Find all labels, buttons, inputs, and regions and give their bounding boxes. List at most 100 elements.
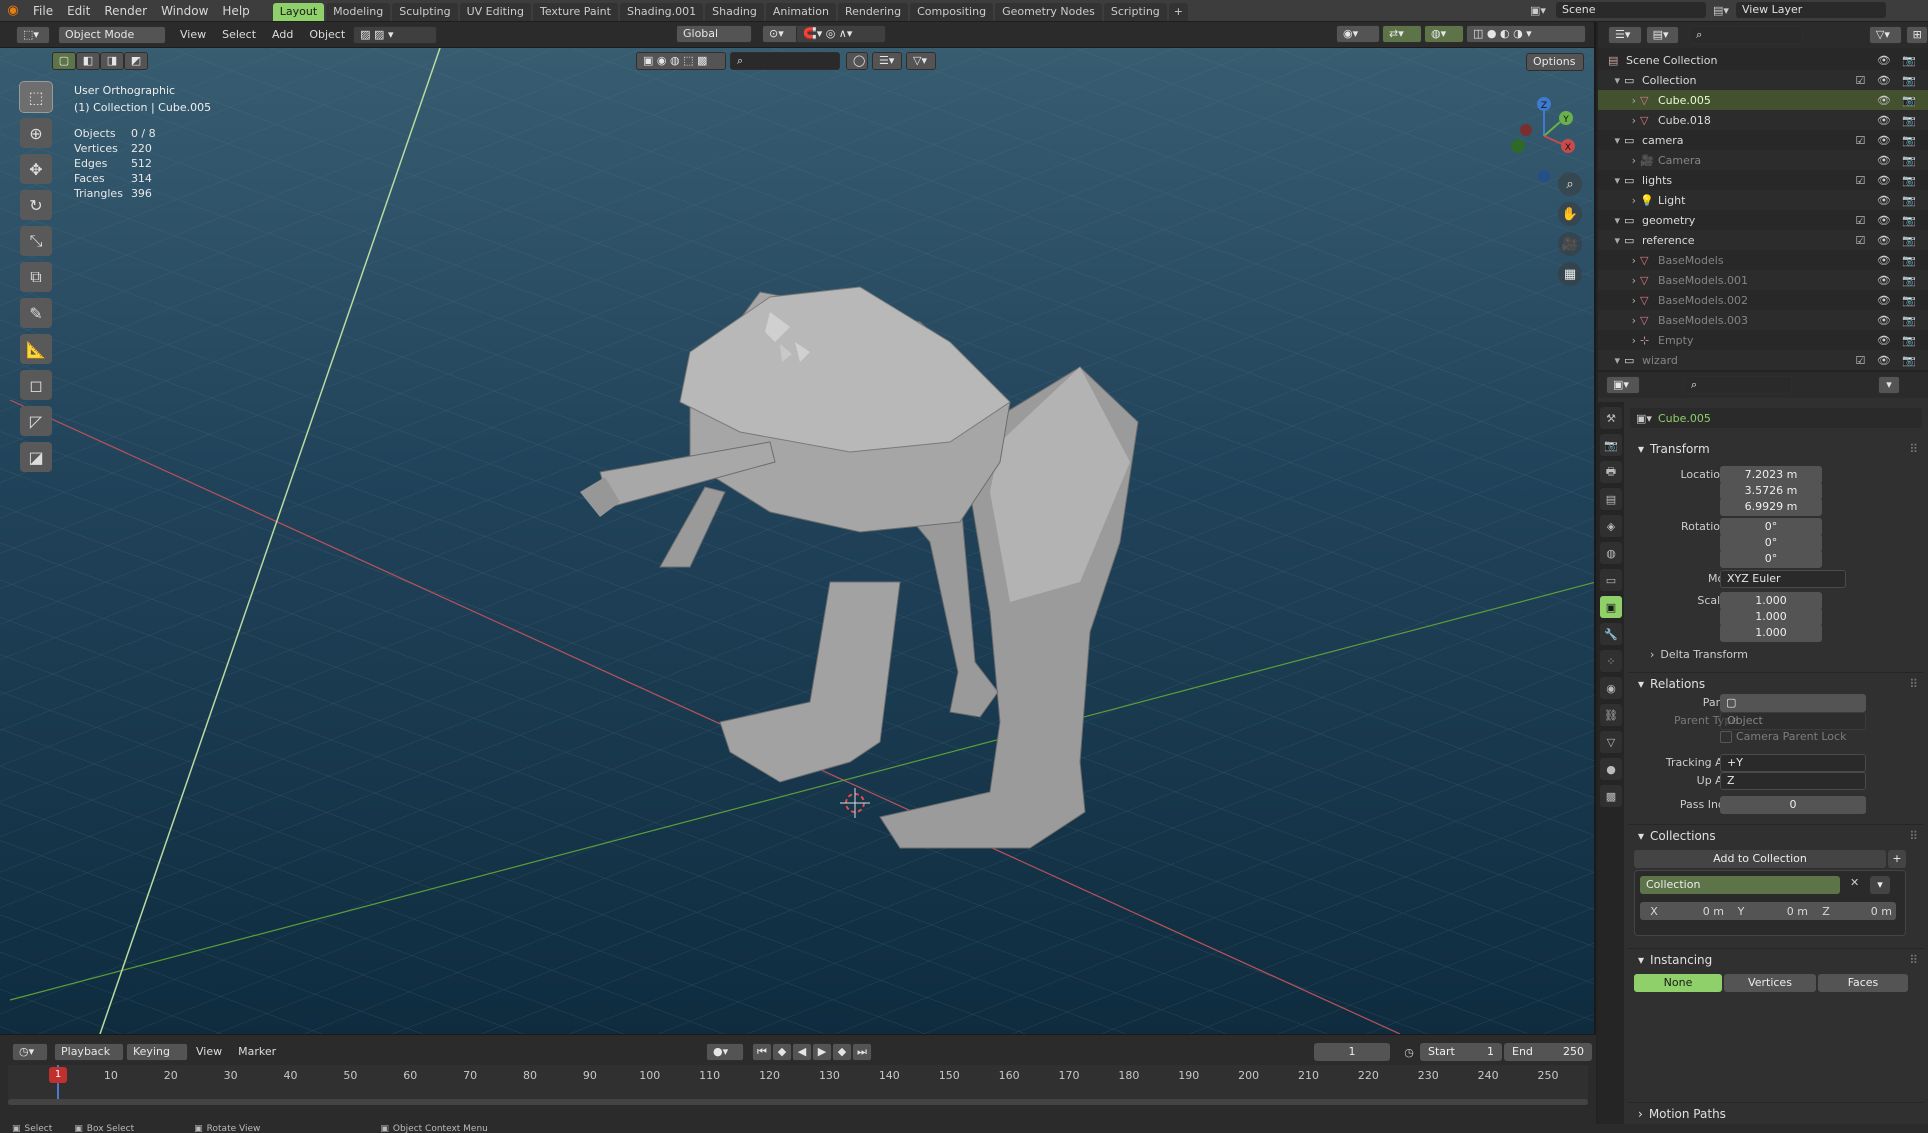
current-frame-field[interactable]: 1 (1314, 1043, 1390, 1061)
shading-buttons[interactable]: ◫ ● ◐ ◑ ▾ (1466, 25, 1586, 43)
drag-handle-icon[interactable]: ⠿ (1909, 829, 1918, 843)
jump-keyframe-forward-icon[interactable]: ◆ (832, 1043, 852, 1061)
outliner-row[interactable]: › ▽ BaseModels 👁 📷 (1598, 250, 1928, 270)
filter-list-icon[interactable]: ☰▾ (872, 52, 902, 70)
rotation-z-field[interactable]: 0° (1720, 550, 1822, 568)
visibility-toggles-icon[interactable]: ☑ 👁 📷 (1855, 134, 1920, 147)
tab-modeling[interactable]: Modeling (326, 2, 391, 21)
move-tool-icon[interactable]: ✥ (20, 154, 52, 184)
pass-index-field[interactable]: 0 (1720, 796, 1866, 814)
outliner-search-input[interactable]: ⌕ (1689, 26, 1803, 44)
visibility-toggles-icon[interactable]: 👁 📷 (1877, 274, 1920, 287)
funnel-icon[interactable]: ▽▾ (906, 52, 936, 70)
outliner-row[interactable]: ▾ ▭ lights ☑ 👁 📷 (1598, 170, 1928, 190)
add-cube-tool-icon[interactable]: ◻ (20, 370, 52, 400)
menu-object[interactable]: Object (301, 26, 353, 44)
outliner-row[interactable]: › ⊹ Empty 👁 📷 (1598, 330, 1928, 350)
disclosure-arrow-icon[interactable]: › (1598, 94, 1640, 107)
scale-z-field[interactable]: 1.000 (1720, 624, 1822, 642)
constraints-tab-icon[interactable]: ⛓ (1600, 704, 1622, 726)
menu-add[interactable]: Add (264, 26, 301, 44)
tab-shading[interactable]: Shading (705, 2, 764, 21)
menu-render[interactable]: Render (97, 0, 154, 22)
select-mode-subtract-icon[interactable]: ◨ (100, 52, 124, 70)
visibility-toggles-icon[interactable]: 👁 📷 (1877, 154, 1920, 167)
add-to-collection-button[interactable]: Add to Collection (1634, 850, 1886, 868)
disclosure-arrow-icon[interactable]: ▾ (1598, 354, 1624, 367)
visibility-toggles-icon[interactable]: 👁 📷 (1877, 114, 1920, 127)
jump-start-icon[interactable]: ⏮ (752, 1043, 772, 1061)
menu-select[interactable]: Select (214, 26, 264, 44)
options-dropdown[interactable]: Options (1526, 53, 1584, 71)
collection-shading-icons[interactable]: ▣ ◉ ◍ ⬚ ▩ (636, 52, 726, 70)
texture-tab-icon[interactable]: ▩ (1600, 785, 1622, 807)
visibility-toggles-icon[interactable]: 👁 📷 (1877, 54, 1920, 67)
camera-parent-lock-checkbox[interactable]: Camera Parent Lock (1720, 730, 1846, 743)
disclosure-arrow-icon[interactable]: ▾ (1598, 74, 1624, 87)
timeline-view-menu[interactable]: View (188, 1043, 230, 1061)
disclosure-arrow-icon[interactable]: › (1598, 274, 1640, 287)
delta-transform-subpanel[interactable]: › Delta Transform (1650, 648, 1748, 661)
collection-tab-icon[interactable]: ▭ (1600, 569, 1622, 591)
instancing-vertices-option[interactable]: Vertices (1724, 974, 1816, 992)
add-workspace-button[interactable]: + (1168, 2, 1188, 21)
display-mode-icon[interactable]: ▤▾ (1645, 26, 1680, 44)
view-layer-field[interactable]: View Layer (1736, 2, 1886, 18)
location-z-field[interactable]: 6.9929 m (1720, 498, 1822, 516)
visibility-toggles-icon[interactable]: ☑ 👁 📷 (1855, 214, 1920, 227)
outliner-row[interactable]: › 🎥 Camera 👁 📷 (1598, 150, 1928, 170)
disclosure-arrow-icon[interactable]: › (1598, 154, 1640, 167)
outliner-row[interactable]: › ▽ Cube.018 👁 📷 (1598, 110, 1928, 130)
select-box-tool-icon[interactable]: ⬚ (19, 81, 53, 113)
properties-editor-icon[interactable]: ▣▾ (1606, 376, 1640, 394)
viewport-search-icon[interactable]: ⌕ (730, 52, 840, 70)
disclosure-arrow-icon[interactable]: › (1598, 314, 1640, 327)
outliner-row[interactable]: › ▽ BaseModels.003 👁 📷 (1598, 310, 1928, 330)
menu-help[interactable]: Help (215, 0, 256, 22)
particles-tab-icon[interactable]: ⁘ (1600, 650, 1622, 672)
instancing-none-option[interactable]: None (1634, 974, 1722, 992)
outliner-row[interactable]: ▤ Scene Collection 👁 📷 (1598, 50, 1928, 70)
tab-shading-001[interactable]: Shading.001 (619, 2, 704, 21)
outliner-row[interactable]: ▾ ▭ geometry ☑ 👁 📷 (1598, 210, 1928, 230)
rotation-mode-dropdown[interactable]: XYZ Euler (1720, 570, 1846, 588)
outliner-row[interactable]: ▾ ▭ camera ☑ 👁 📷 (1598, 130, 1928, 150)
visibility-toggles-icon[interactable]: 👁 📷 (1877, 194, 1920, 207)
disclosure-arrow-icon[interactable]: › (1598, 254, 1640, 267)
outliner-row[interactable]: ▾ ▭ wizard ☑ 👁 📷 (1598, 350, 1928, 370)
disclosure-arrow-icon[interactable]: ▾ (1598, 214, 1624, 227)
rotate-tool-icon[interactable]: ↻ (20, 190, 52, 220)
camera-view-icon[interactable]: 🎥 (1558, 232, 1582, 256)
tool-tab-icon[interactable]: ⚒ (1600, 407, 1622, 429)
object-tab-icon[interactable]: ▣ (1600, 596, 1622, 618)
scene-field[interactable]: Scene (1556, 2, 1706, 18)
3d-viewport[interactable]: ⬚▾ Object Mode View Select Add Object ▨ … (0, 22, 1596, 1034)
menu-view[interactable]: View (172, 26, 214, 44)
offset-z-field[interactable]: 0 m (1844, 905, 1892, 918)
visibility-toggles-icon[interactable]: 👁 📷 (1877, 94, 1920, 107)
blender-logo-icon[interactable]: ◉ (0, 3, 26, 18)
tab-uv-editing[interactable]: UV Editing (459, 2, 531, 21)
view-layer-icon[interactable]: ▤▾ (1706, 4, 1736, 17)
up-axis-dropdown[interactable]: Z (1720, 772, 1866, 790)
visibility-toggles-icon[interactable]: ☑ 👁 📷 (1855, 234, 1920, 247)
disclosure-arrow-icon[interactable]: › (1598, 114, 1640, 127)
drag-handle-icon[interactable]: ⠿ (1909, 442, 1918, 456)
visibility-dropdown[interactable]: ◉▾ (1336, 25, 1380, 43)
object-icon[interactable]: ▣▾ (1630, 412, 1658, 425)
end-frame-field[interactable]: End 250 (1504, 1043, 1592, 1061)
scene-tab-icon[interactable]: ◈ (1600, 515, 1622, 537)
disclosure-arrow-icon[interactable]: › (1598, 334, 1640, 347)
outliner-row[interactable]: › ▽ BaseModels.001 👁 📷 (1598, 270, 1928, 290)
play-reverse-icon[interactable]: ◀ (792, 1043, 812, 1061)
relations-panel-header[interactable]: ▾ Relations ⠿ (1628, 672, 1924, 694)
object-name-field[interactable]: Cube.005 (1658, 412, 1711, 425)
output-tab-icon[interactable]: 🖶 (1600, 461, 1622, 483)
add-collection-plus-icon[interactable]: + (1888, 850, 1906, 868)
cursor-tool-icon[interactable]: ⊕ (20, 118, 52, 148)
outliner-row[interactable]: ▾ ▭ reference ☑ 👁 📷 (1598, 230, 1928, 250)
properties-search-input[interactable]: ⌕ (1684, 376, 1792, 394)
orientation-dropdown[interactable]: Global (676, 25, 752, 43)
world-tab-icon[interactable]: ◍ (1600, 542, 1622, 564)
start-frame-field[interactable]: Start 1 (1420, 1043, 1502, 1061)
